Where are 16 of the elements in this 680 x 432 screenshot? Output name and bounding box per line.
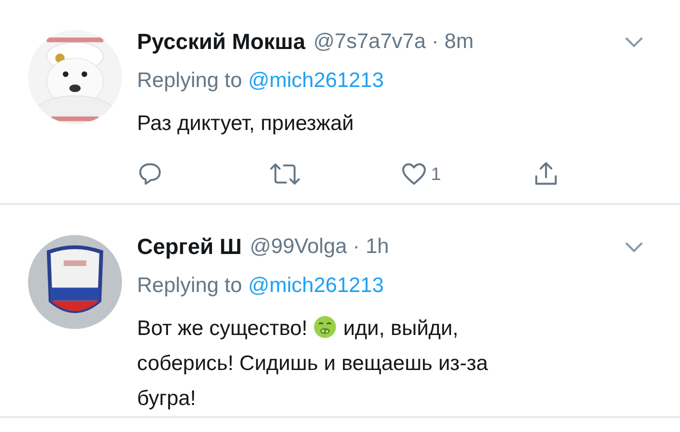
retweet-icon[interactable] bbox=[269, 161, 301, 187]
heart-icon[interactable] bbox=[401, 161, 427, 187]
user-name[interactable]: Сергей Ш bbox=[137, 234, 242, 260]
like-count: 1 bbox=[431, 164, 442, 184]
share-icon[interactable] bbox=[533, 161, 559, 187]
user-name[interactable]: Русский Мокша bbox=[137, 29, 306, 55]
handle-and-time: @7s7a7v7a · 8m bbox=[313, 30, 474, 54]
chevron-down-icon[interactable] bbox=[624, 241, 644, 253]
tweet-text: Вот же существо! иди, выйди, соберись! Сидишь и вещаешь из-за бугра! bbox=[137, 314, 489, 412]
chevron-down-icon[interactable] bbox=[624, 36, 644, 48]
handle-and-time: @99Volga · 1h bbox=[250, 235, 389, 259]
tweet-text: Раз диктует, приезжай bbox=[137, 111, 355, 137]
replying-to-label: Replying to bbox=[137, 274, 242, 298]
reply-icon[interactable] bbox=[137, 161, 163, 187]
replying-to-label: Replying to bbox=[137, 69, 242, 93]
nauseated-face-icon bbox=[313, 315, 338, 339]
